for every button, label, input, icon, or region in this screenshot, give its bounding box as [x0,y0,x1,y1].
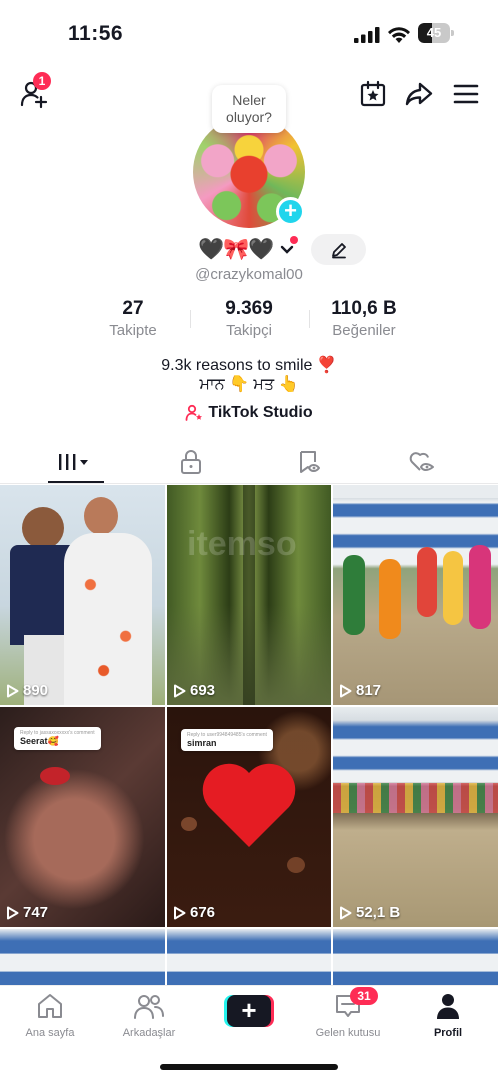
bio-line: 9.3k reasons to smile ❣️ [161,357,337,374]
video-views: 676 [173,904,215,921]
menu-button[interactable] [449,77,483,111]
nav-home[interactable]: Ana sayfa [0,992,100,1039]
video-tile[interactable]: Reply to jassaxoxxxxx's comment Seerat🥰 … [0,707,165,927]
video-views: 890 [6,682,48,699]
stat-value: 9.369 [225,298,273,319]
edit-profile-button[interactable] [311,234,366,265]
nav-label: Ana sayfa [25,1027,75,1039]
calendar-button[interactable] [356,77,390,111]
signal-icon [354,27,380,43]
username-handle: @crazykomal00 [195,266,303,283]
nav-label: Arkadaşlar [122,1027,176,1039]
heart-graphic [202,763,296,847]
video-tile[interactable] [333,929,498,985]
stat-value: 27 [122,298,144,319]
play-icon [7,906,19,919]
inbox-badge: 31 [350,987,378,1005]
video-tile[interactable] [167,929,331,985]
video-tile[interactable]: 817 [333,485,498,705]
nav-inbox[interactable]: Gelen kutusu [298,992,398,1039]
status-time: 11:56 [68,22,124,45]
video-views: 693 [173,682,215,699]
play-icon [340,906,352,919]
stat-label: Beğeniler [332,322,396,339]
notification-dot [290,236,298,244]
profile-bio: 9.3k reasons to smile ❣️ ਮਾਨ 👇 ਮਤ 👆 [0,356,498,394]
play-icon [340,684,352,697]
play-icon [174,906,186,919]
video-grid: 890 itemso 693 817 Reply to jassaxoxxxxx… [0,485,498,985]
pencil-icon [331,242,346,258]
profile-tabs [0,440,498,484]
tab-videos[interactable] [14,440,138,484]
nav-friends[interactable]: Arkadaşlar [99,992,199,1039]
share-icon [405,82,433,106]
add-story-button[interactable]: + [276,197,305,226]
profile-icon [437,994,459,1019]
nav-label: Gelen kutusu [315,1027,381,1039]
video-views: 817 [339,682,381,699]
wifi-icon [388,27,410,43]
videos-grid-icon [59,454,88,470]
share-profile-button[interactable] [402,77,436,111]
status-bar: 11:56 45 [0,0,498,66]
studio-person-icon [185,404,203,421]
chevron-down-icon [281,245,294,254]
video-tile[interactable]: Reply to user994849485's comment simran … [167,707,331,927]
status-bubble[interactable]: Neler oluyor? [212,85,286,133]
name-emoji: 🖤🎀🖤 [198,238,274,261]
watermark: itemso [187,525,297,563]
profile-stats: 27 Takipte 9.369 Takipçi 110,6 B Beğenil… [0,298,498,342]
home-indicator [160,1064,338,1070]
nav-label: Profil [433,1027,463,1039]
video-views: 52,1 B [339,904,400,921]
reply-card: Reply to user994849485's comment simran [181,729,273,751]
tab-private[interactable] [129,440,253,484]
stat-label: Takipte [109,322,157,339]
stat-label: Takipçi [226,322,272,339]
tiktok-studio-link[interactable]: TikTok Studio [0,404,498,422]
home-icon [38,994,62,1018]
bookmark-eye-icon [300,451,320,473]
video-tile[interactable]: 890 [0,485,165,705]
bio-line: ਮਾਨ 👇 ਮਤ 👆 [199,376,299,393]
play-icon [7,684,19,697]
battery-icon: 45 [418,23,454,43]
stat-followers[interactable]: 9.369 Takipçi [205,298,293,339]
add-friend-button[interactable]: 1 [16,72,52,112]
stat-likes[interactable]: 110,6 B Beğeniler [318,298,410,339]
friend-requests-badge: 1 [33,72,51,90]
nav-profile[interactable]: Profil [398,992,498,1039]
video-tile[interactable]: itemso 693 [167,485,331,705]
tab-saved[interactable] [247,440,371,484]
calendar-star-icon [360,80,386,107]
active-tab-indicator [48,481,104,483]
video-tile[interactable]: 52,1 B [333,707,498,927]
hamburger-menu-icon [453,84,479,104]
plus-icon: + [227,995,271,1027]
reply-card: Reply to jassaxoxxxxx's comment Seerat🥰 [14,727,101,750]
tab-liked[interactable] [360,440,484,484]
heart-eye-icon [409,452,434,471]
stat-following[interactable]: 27 Takipte [94,298,172,339]
play-icon [174,684,186,697]
create-button[interactable]: + [224,995,274,1027]
profile-name[interactable]: 🖤🎀🖤 [198,236,298,264]
stat-value: 110,6 B [331,298,397,319]
lock-icon [181,450,201,474]
video-views: 747 [6,904,48,921]
video-tile[interactable] [0,929,165,985]
friends-icon [134,995,164,1019]
studio-label: TikTok Studio [208,404,313,421]
battery-level: 45 [426,25,442,40]
